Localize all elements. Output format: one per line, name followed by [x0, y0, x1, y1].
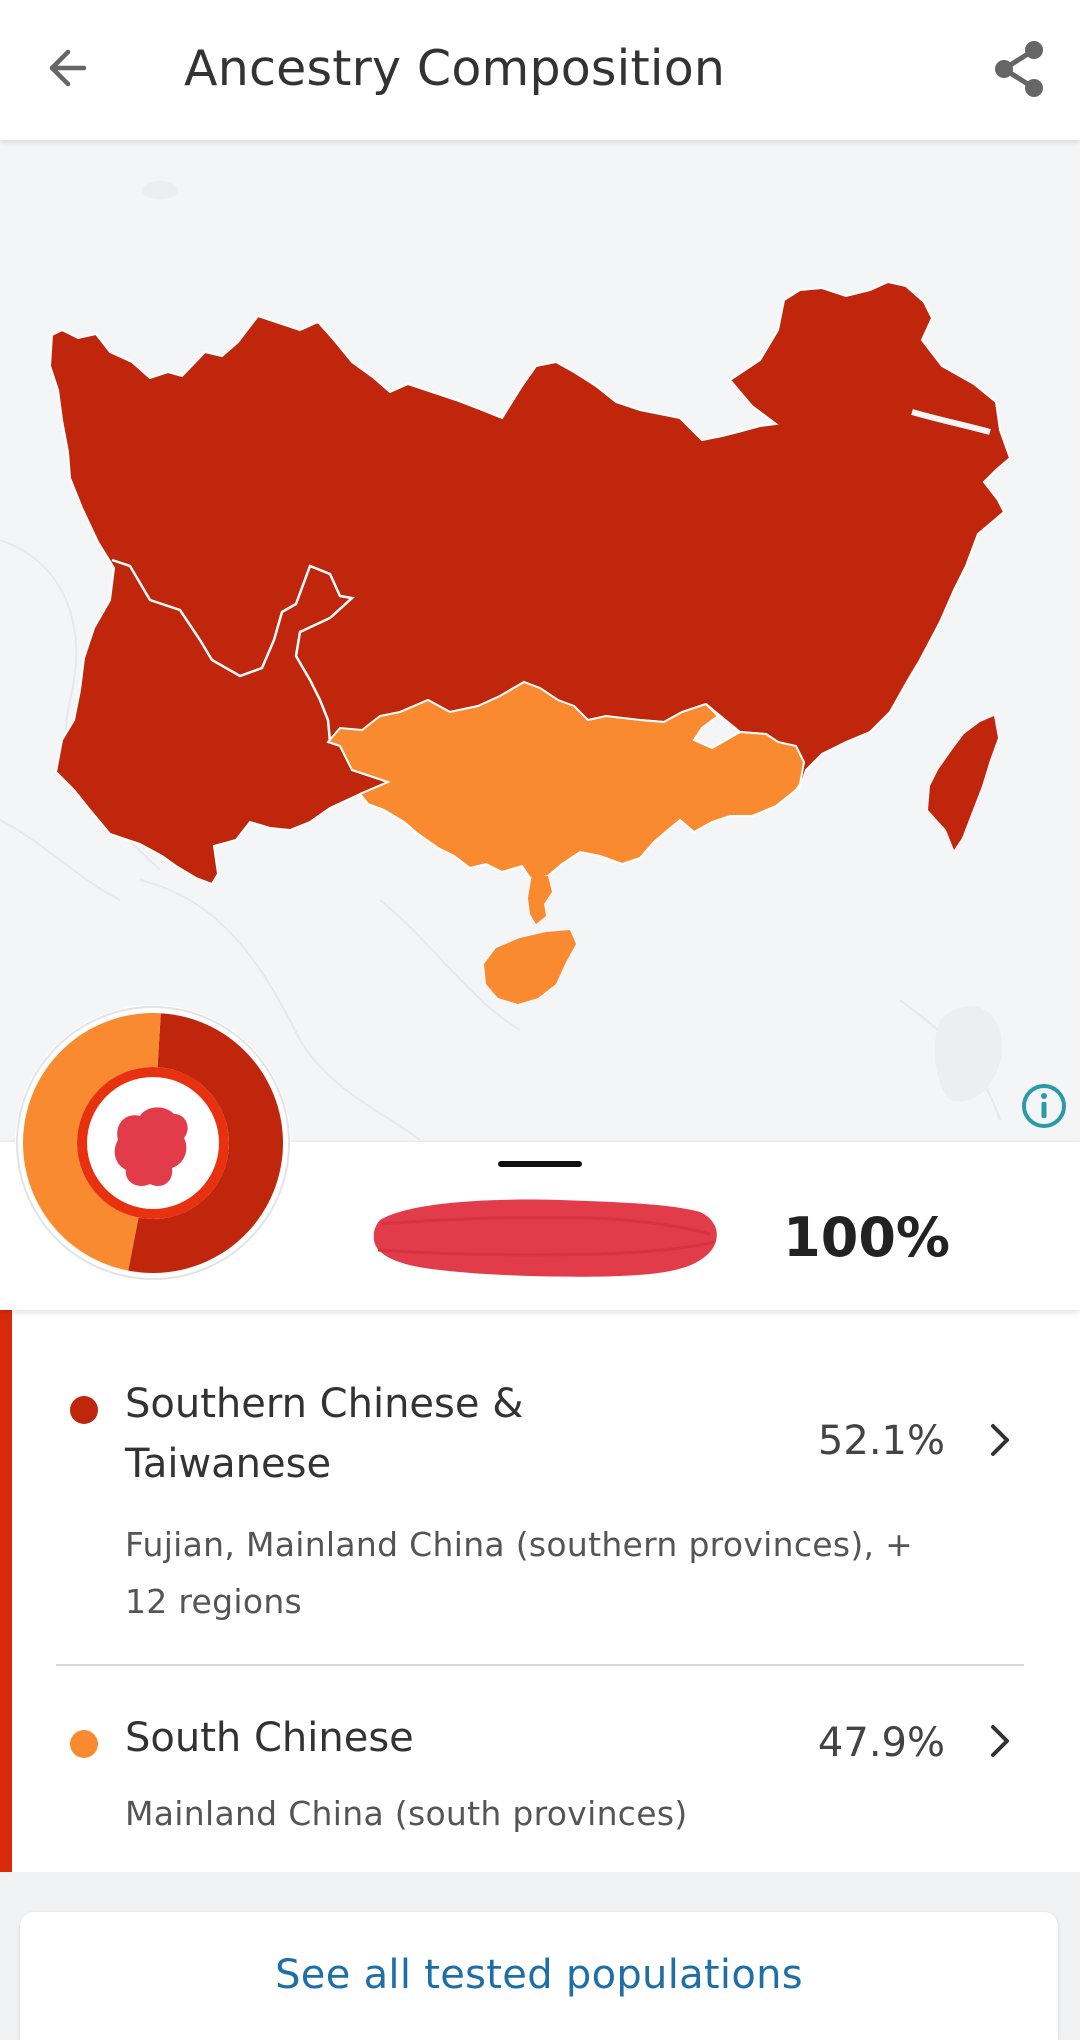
population-percent: 47.9%: [817, 1720, 945, 1766]
redacted-name: [373, 1199, 717, 1277]
population-row-southern-chinese-taiwanese[interactable]: Southern Chinese & Taiwanese 52.1% Fujia…: [0, 1310, 1080, 1664]
chevron-right-icon[interactable]: [988, 1721, 1014, 1761]
region-map: [0, 181, 1012, 1141]
population-color-dot: [70, 1730, 98, 1758]
population-name-line2: Taiwanese: [125, 1441, 332, 1487]
region-leizhou-peninsula: [528, 874, 552, 924]
info-icon[interactable]: [1020, 1082, 1068, 1130]
region-taiwan[interactable]: [928, 716, 998, 850]
population-regions-line1: Mainland China (south provinces): [125, 1794, 688, 1833]
footer: See all tested populations: [0, 1872, 1080, 2040]
arrow-left-icon[interactable]: [40, 38, 100, 98]
ancestry-composition-screen: Ancestry Composition 100% Southern Chine…: [0, 0, 1080, 2040]
population-percent: 52.1%: [817, 1418, 945, 1464]
summary-percent: 100%: [783, 1206, 950, 1269]
see-all-populations-label: See all tested populations: [275, 1952, 803, 1998]
population-regions-line1: Fujian, Mainland China (southern provinc…: [125, 1525, 914, 1564]
page-title: Ancestry Composition: [184, 40, 726, 97]
see-all-populations-button[interactable]: See all tested populations: [20, 1912, 1058, 2040]
population-name-line1: South Chinese: [125, 1715, 414, 1761]
ancestry-donut-chart[interactable]: [14, 1004, 292, 1282]
map-landmass-gray: [934, 1006, 1002, 1102]
region-hainan[interactable]: [484, 930, 576, 1004]
population-color-dot: [70, 1396, 98, 1424]
drag-handle[interactable]: [498, 1161, 582, 1167]
ancestry-map[interactable]: [0, 140, 1080, 1142]
population-name-line1: Southern Chinese &: [125, 1381, 524, 1427]
population-regions-line2: 12 regions: [125, 1582, 303, 1621]
population-list: Southern Chinese & Taiwanese 52.1% Fujia…: [0, 1310, 1080, 1872]
chevron-right-icon[interactable]: [988, 1420, 1014, 1460]
app-bar: Ancestry Composition: [0, 0, 1080, 140]
population-row-south-chinese[interactable]: South Chinese 47.9% Mainland China (sout…: [0, 1666, 1080, 1872]
map-island-gray: [142, 181, 178, 199]
share-icon[interactable]: [988, 38, 1050, 100]
